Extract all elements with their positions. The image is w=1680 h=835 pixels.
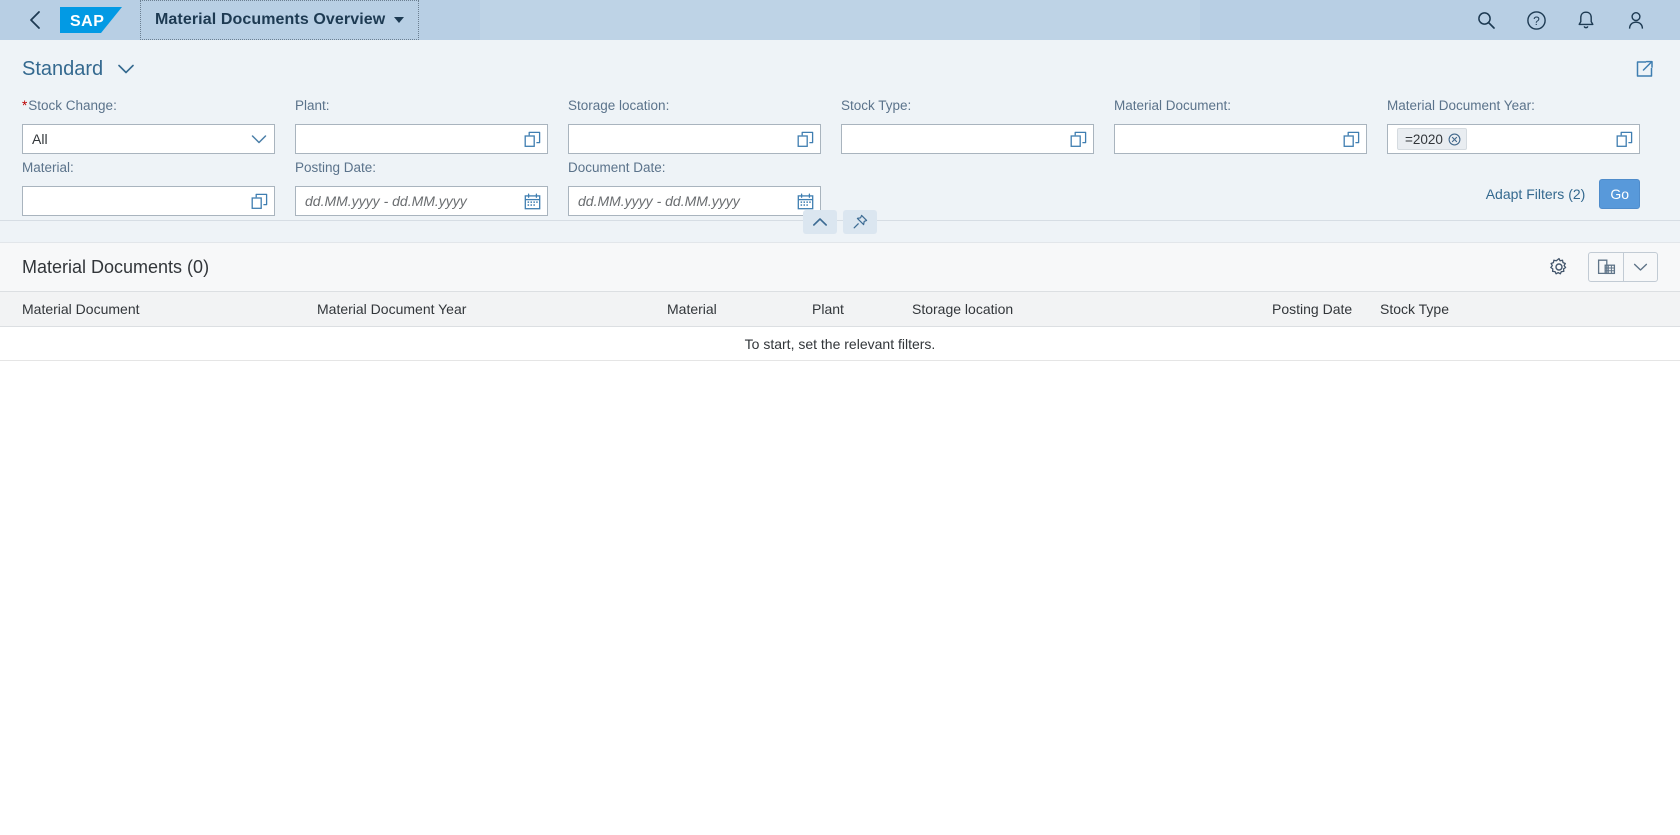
spreadsheet-export-icon[interactable] bbox=[1589, 253, 1623, 281]
filter-label-stock-type: Stock Type: bbox=[841, 98, 1094, 116]
filter-token[interactable]: =2020 bbox=[1397, 128, 1467, 150]
filter-bar: Standard *Stock Change: All bbox=[0, 40, 1680, 242]
chevron-down-icon[interactable] bbox=[117, 63, 135, 75]
filter-grid-gap-2 bbox=[1114, 154, 1367, 216]
stock-change-select[interactable]: All bbox=[22, 124, 275, 154]
app-title-menu[interactable]: Material Documents Overview bbox=[140, 0, 419, 40]
chevron-down-icon[interactable] bbox=[250, 130, 268, 148]
filter-field-material-document: Material Document: bbox=[1114, 92, 1367, 154]
material-document-year-input[interactable]: =2020 bbox=[1387, 124, 1640, 154]
filter-field-storage-location: Storage location: bbox=[568, 92, 821, 154]
column-header-material[interactable]: Material bbox=[667, 301, 812, 317]
shell-bar-highlight bbox=[480, 0, 1200, 40]
document-date-input[interactable]: dd.MM.yyyy - dd.MM.yyyy bbox=[568, 186, 821, 216]
variant-title[interactable]: Standard bbox=[22, 58, 103, 81]
material-document-input[interactable] bbox=[1114, 124, 1367, 154]
user-avatar-icon[interactable] bbox=[1624, 8, 1648, 32]
material-input[interactable] bbox=[22, 186, 275, 216]
value-help-icon[interactable] bbox=[523, 130, 541, 148]
filter-label-material-document: Material Document: bbox=[1114, 98, 1367, 116]
app-title: Material Documents Overview bbox=[155, 11, 385, 29]
filter-label-document-date: Document Date: bbox=[568, 160, 821, 178]
value-help-icon[interactable] bbox=[250, 192, 268, 210]
filter-grid-gap-1 bbox=[841, 154, 1094, 216]
search-icon[interactable] bbox=[1474, 8, 1498, 32]
table-header-row: Material Document Material Document Year… bbox=[0, 291, 1680, 327]
chevron-up-icon[interactable] bbox=[803, 210, 837, 234]
filter-bar-actions: Adapt Filters (2) Go bbox=[1387, 154, 1640, 210]
stock-type-input[interactable] bbox=[841, 124, 1094, 154]
help-icon[interactable]: ? bbox=[1524, 8, 1548, 32]
posting-date-input[interactable]: dd.MM.yyyy - dd.MM.yyyy bbox=[295, 186, 548, 216]
table-empty-row: To start, set the relevant filters. bbox=[0, 327, 1680, 361]
filter-label-storage-location: Storage location: bbox=[568, 98, 821, 116]
shell-bar: SAP Material Documents Overview ? bbox=[0, 0, 1680, 40]
filter-field-document-date: Document Date: dd.MM.yyyy - dd.MM.yyyy bbox=[568, 154, 821, 216]
table-toolbar: Material Documents (0) bbox=[0, 243, 1680, 291]
close-icon[interactable] bbox=[1448, 133, 1461, 146]
table-title: Material Documents (0) bbox=[22, 257, 209, 278]
posting-date-placeholder[interactable]: dd.MM.yyyy - dd.MM.yyyy bbox=[305, 193, 523, 209]
document-date-placeholder[interactable]: dd.MM.yyyy - dd.MM.yyyy bbox=[578, 193, 796, 209]
filter-label-posting-date: Posting Date: bbox=[295, 160, 548, 178]
filter-field-stock-change: *Stock Change: All bbox=[22, 92, 275, 154]
filter-field-posting-date: Posting Date: dd.MM.yyyy - dd.MM.yyyy bbox=[295, 154, 548, 216]
notifications-bell-icon[interactable] bbox=[1574, 8, 1598, 32]
column-header-plant[interactable]: Plant bbox=[812, 301, 912, 317]
svg-text:?: ? bbox=[1533, 14, 1540, 28]
material-documents-table-card: Material Documents (0) bbox=[0, 242, 1680, 361]
filter-label-plant: Plant: bbox=[295, 98, 548, 116]
variant-management-row: Standard bbox=[22, 40, 1658, 92]
material-document-year-tokens: =2020 bbox=[1397, 128, 1615, 150]
filter-field-stock-type: Stock Type: bbox=[841, 92, 1094, 154]
navigate-back-icon[interactable] bbox=[22, 7, 48, 33]
stock-change-value: All bbox=[32, 131, 250, 147]
export-button-group bbox=[1588, 252, 1658, 282]
chevron-down-icon bbox=[394, 17, 404, 23]
storage-location-input[interactable] bbox=[568, 124, 821, 154]
table-empty-message: To start, set the relevant filters. bbox=[745, 336, 936, 352]
filter-label-stock-change: *Stock Change: bbox=[22, 98, 275, 116]
go-button[interactable]: Go bbox=[1599, 179, 1640, 209]
filter-field-material-document-year: Material Document Year: =2020 bbox=[1387, 92, 1640, 154]
filter-field-material: Material: bbox=[22, 154, 275, 216]
share-icon[interactable] bbox=[1630, 55, 1658, 83]
value-help-icon[interactable] bbox=[796, 130, 814, 148]
column-header-posting-date[interactable]: Posting Date bbox=[1272, 301, 1380, 317]
column-header-material-document[interactable]: Material Document bbox=[22, 301, 317, 317]
pin-icon[interactable] bbox=[843, 210, 877, 234]
shell-bar-actions: ? bbox=[1474, 8, 1668, 32]
filter-label-material: Material: bbox=[22, 160, 275, 178]
gear-icon[interactable] bbox=[1546, 254, 1572, 280]
filter-bar-divider bbox=[0, 220, 1680, 242]
filter-label-material-document-year: Material Document Year: bbox=[1387, 98, 1640, 116]
filter-fields-grid: *Stock Change: All Plant: bbox=[22, 92, 1658, 220]
calendar-icon[interactable] bbox=[796, 192, 814, 210]
sap-logo[interactable]: SAP bbox=[60, 5, 122, 35]
value-help-icon[interactable] bbox=[1615, 130, 1633, 148]
chevron-down-icon[interactable] bbox=[1623, 253, 1657, 281]
column-header-storage-location[interactable]: Storage location bbox=[912, 301, 1272, 317]
svg-text:SAP: SAP bbox=[70, 13, 104, 30]
filter-field-plant: Plant: bbox=[295, 92, 548, 154]
column-header-material-document-year[interactable]: Material Document Year bbox=[317, 301, 667, 317]
table-toolbar-actions bbox=[1546, 252, 1658, 282]
calendar-icon[interactable] bbox=[523, 192, 541, 210]
column-header-stock-type[interactable]: Stock Type bbox=[1380, 301, 1530, 317]
filter-bar-toggle-group bbox=[803, 210, 877, 234]
value-help-icon[interactable] bbox=[1342, 130, 1360, 148]
plant-input[interactable] bbox=[295, 124, 548, 154]
required-indicator: * bbox=[22, 98, 27, 113]
adapt-filters-button[interactable]: Adapt Filters (2) bbox=[1486, 186, 1586, 209]
filter-token-label: =2020 bbox=[1405, 132, 1443, 147]
value-help-icon[interactable] bbox=[1069, 130, 1087, 148]
page-background bbox=[0, 361, 1680, 771]
